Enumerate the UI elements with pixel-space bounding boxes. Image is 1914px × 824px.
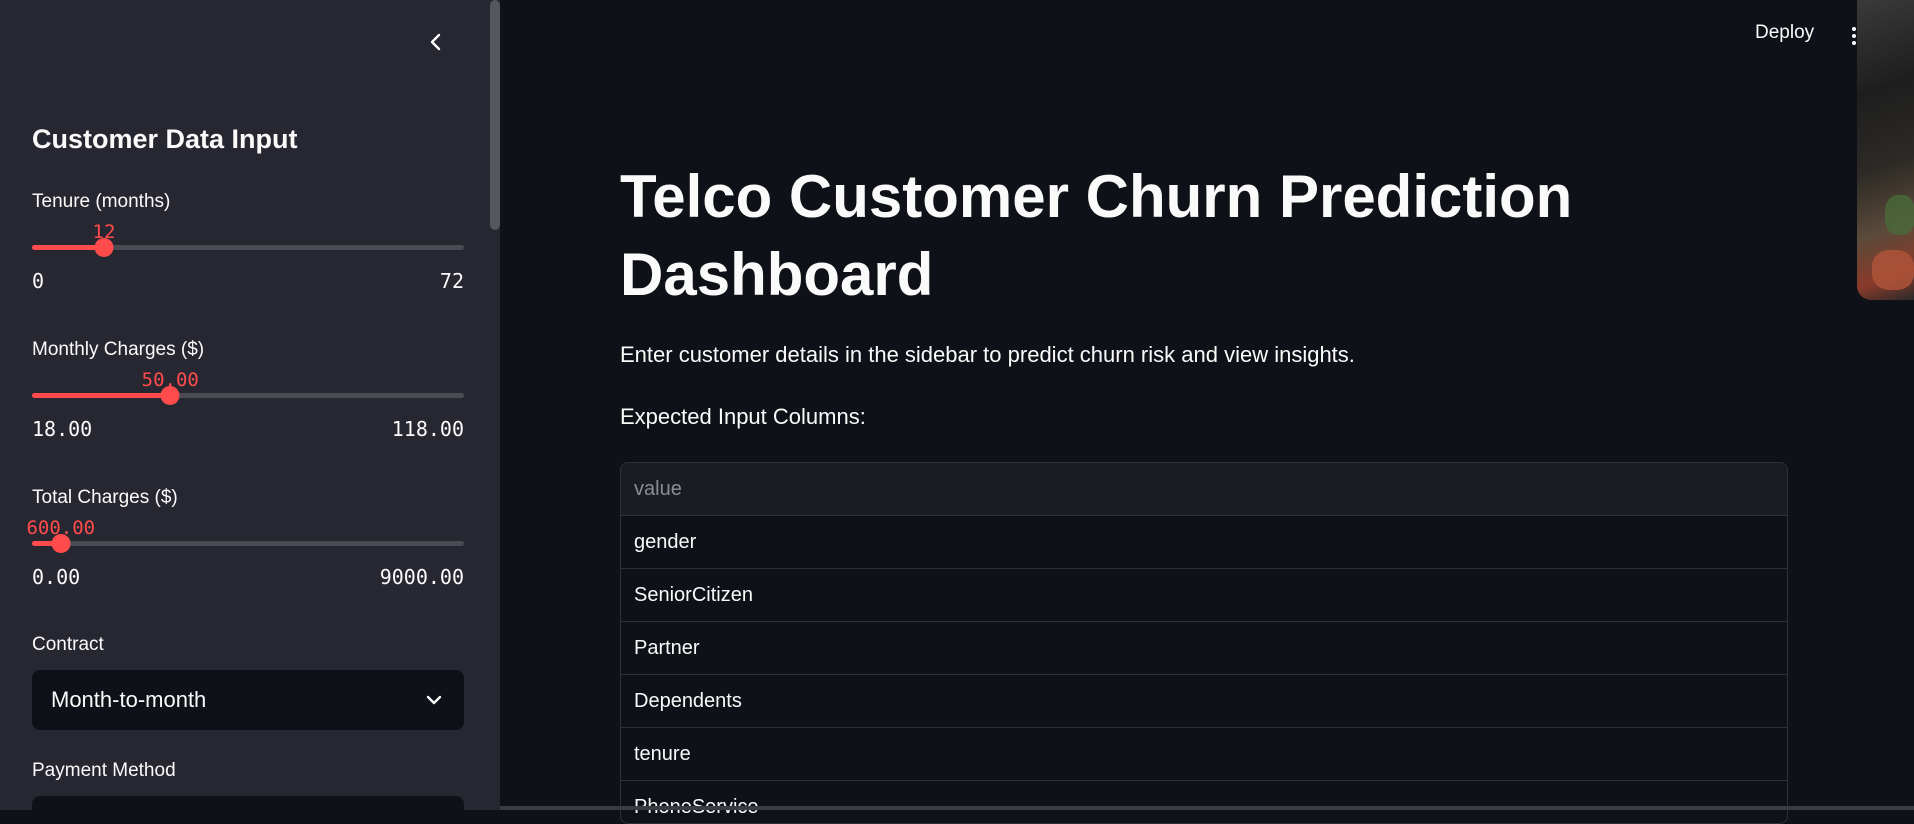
slider-fill xyxy=(32,393,171,398)
slider-thumb[interactable] xyxy=(160,386,180,405)
total-charges-min: 0.00 xyxy=(32,565,81,589)
deploy-button[interactable]: Deploy xyxy=(1755,22,1814,44)
sidebar-title: Customer Data Input xyxy=(32,124,298,154)
slider-thumb[interactable] xyxy=(51,534,71,553)
slider-fill xyxy=(32,245,104,250)
tenure-min: 0 xyxy=(32,269,45,293)
slider-thumb[interactable] xyxy=(94,238,114,257)
page-subtitle: Enter customer details in the sidebar to… xyxy=(620,342,1355,367)
contract-selected-value: Month-to-month xyxy=(51,687,207,712)
monthly-charges-min: 18.00 xyxy=(32,417,93,441)
tenure-max: 72 xyxy=(439,269,464,293)
table-row[interactable]: PhoneService xyxy=(621,781,1787,823)
contract-label: Contract xyxy=(32,634,104,655)
expected-columns-label: Expected Input Columns: xyxy=(620,404,866,429)
table-row[interactable]: SeniorCitizen xyxy=(621,569,1787,622)
table-row[interactable]: gender xyxy=(621,516,1787,569)
bottom-scrollbar[interactable] xyxy=(500,806,1914,810)
monthly-charges-max: 118.00 xyxy=(391,417,464,441)
slider-track[interactable] xyxy=(32,541,464,546)
collapse-sidebar-button[interactable] xyxy=(418,24,454,60)
payment-method-select[interactable] xyxy=(32,796,464,810)
contract-select[interactable]: Month-to-month xyxy=(32,670,464,730)
total-charges-max: 9000.00 xyxy=(379,565,464,589)
total-charges-slider[interactable]: Total Charges ($) 600.00 0.00 9000.00 xyxy=(26,487,464,607)
page-title: Telco Customer Churn Prediction Dashboar… xyxy=(620,163,1573,308)
tenure-label: Tenure (months) xyxy=(32,191,171,212)
input-columns-table[interactable]: value gender SeniorCitizen Partner Depen… xyxy=(620,462,1788,824)
camera-thumbnail xyxy=(1857,0,1914,300)
chevron-down-icon xyxy=(426,695,442,705)
sidebar-scrollbar[interactable] xyxy=(490,0,500,230)
payment-method-label: Payment Method xyxy=(32,760,176,781)
table-row[interactable]: Partner xyxy=(621,622,1787,675)
tenure-slider[interactable]: Tenure (months) 12 0 72 xyxy=(32,191,464,311)
table-row[interactable]: tenure xyxy=(621,728,1787,781)
monthly-charges-slider[interactable]: Monthly Charges ($) 50.00 18.00 118.00 xyxy=(32,339,464,459)
sidebar: Customer Data Input Tenure (months) 12 0… xyxy=(0,0,500,810)
table-row[interactable]: Dependents xyxy=(621,675,1787,728)
total-charges-label: Total Charges ($) xyxy=(32,487,178,508)
chevron-left-icon xyxy=(430,33,441,51)
table-header[interactable]: value xyxy=(621,463,1787,516)
monthly-charges-label: Monthly Charges ($) xyxy=(32,339,205,360)
